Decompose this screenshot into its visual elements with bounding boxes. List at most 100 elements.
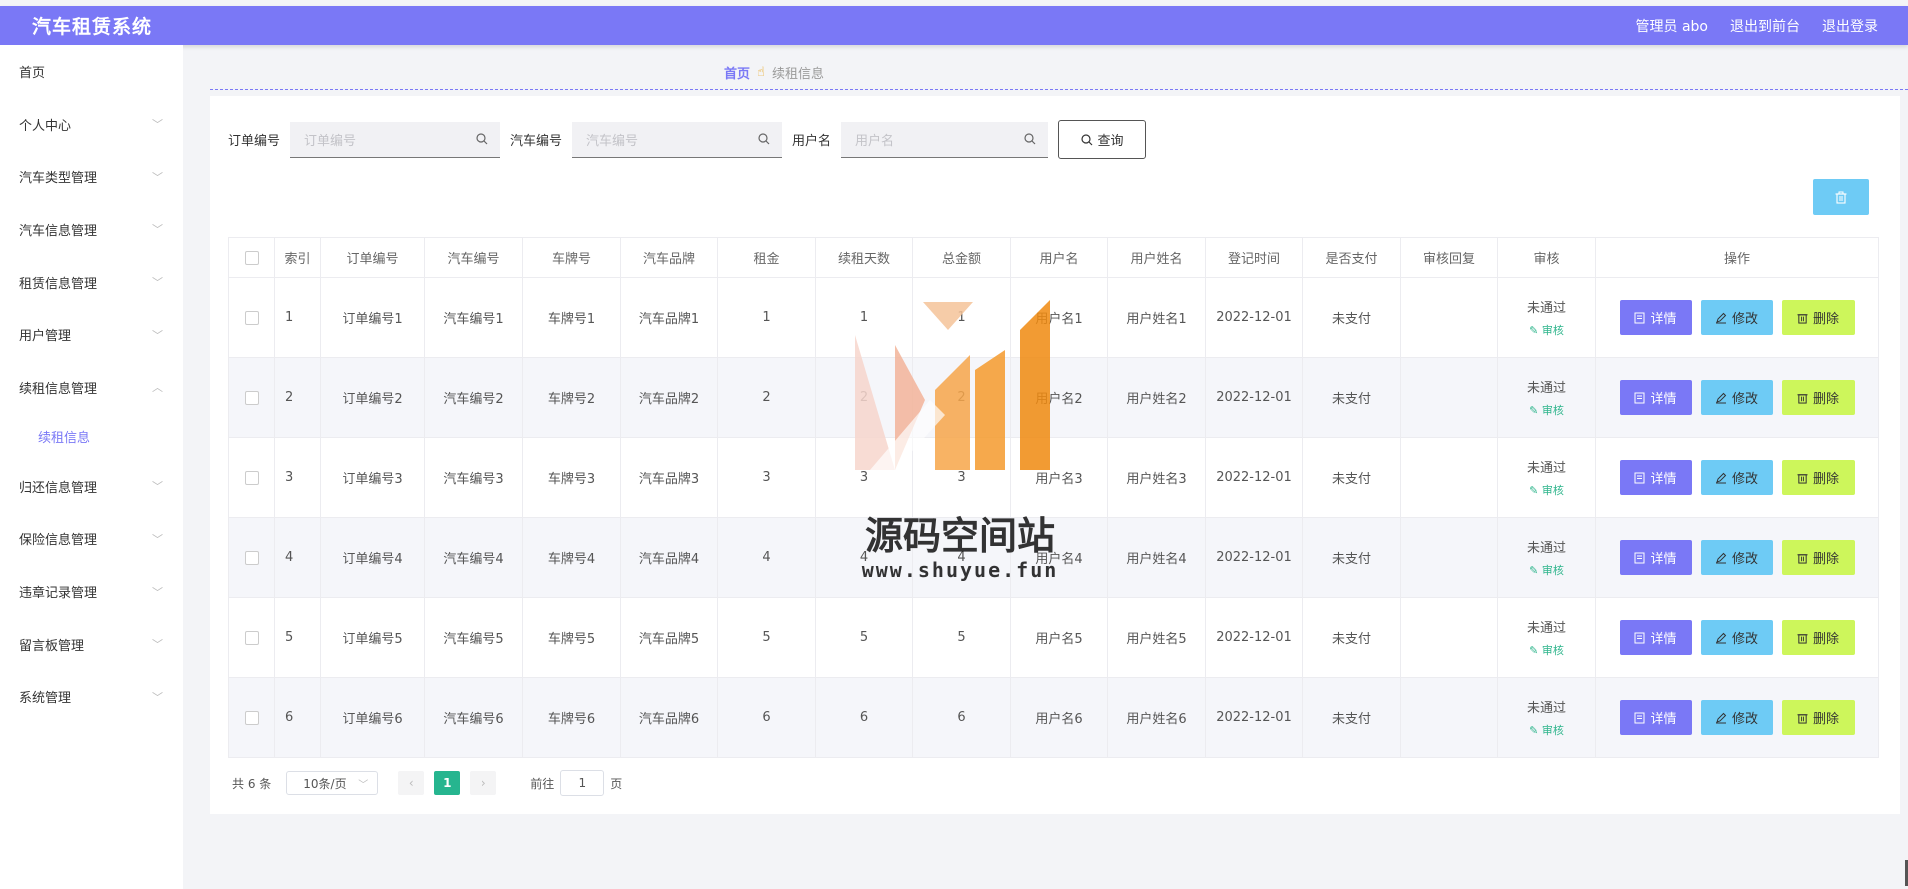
edit-icon: ✎: [1529, 564, 1539, 577]
sidebar-subitem-renewal[interactable]: 续租信息: [0, 414, 183, 460]
audit-link[interactable]: ✎ 审核: [1498, 642, 1595, 658]
sidebar-item-message-board[interactable]: 留言板管理 ﹀: [0, 618, 183, 671]
sidebar-item-car-info[interactable]: 汽车信息管理 ﹀: [0, 203, 183, 256]
view-button[interactable]: 详情: [1619, 540, 1692, 575]
row-select-cell[interactable]: [228, 517, 275, 598]
delete-button[interactable]: 删除: [1781, 380, 1855, 415]
breadcrumb-home[interactable]: 首页: [724, 63, 750, 82]
goto-page-input[interactable]: 1: [560, 770, 605, 796]
column-header: 总金额: [912, 237, 1011, 278]
row-checkbox[interactable]: [244, 630, 259, 645]
row-select-cell[interactable]: [228, 597, 275, 678]
audit-link[interactable]: ✎ 审核: [1498, 322, 1595, 338]
sidebar-item-label: 归还信息管理: [19, 480, 98, 496]
sidebar-item-home[interactable]: 首页: [0, 45, 183, 98]
logout-link[interactable]: 退出登录: [1822, 16, 1878, 36]
sidebar-item-violations[interactable]: 违章记录管理 ﹀: [0, 565, 183, 618]
audit-link-label: 审核: [1541, 404, 1564, 417]
row-checkbox[interactable]: [244, 310, 259, 325]
chevron-down-icon: ﹀: [152, 532, 163, 546]
view-button[interactable]: 详情: [1619, 380, 1692, 415]
user-fullname-cell: 用户姓名1: [1107, 277, 1206, 358]
view-button[interactable]: 详情: [1619, 700, 1692, 735]
plate-cell: 车牌号1: [522, 277, 621, 358]
order-number-cell: 订单编号3: [320, 437, 425, 518]
audit-status: 未通过: [1526, 301, 1566, 316]
edit-button[interactable]: 修改: [1700, 540, 1773, 575]
sidebar-item-rental-info[interactable]: 租赁信息管理 ﹀: [0, 256, 183, 309]
audit-reply-cell: [1400, 597, 1498, 678]
row-checkbox[interactable]: [244, 550, 259, 565]
edit-button-label: 修改: [1731, 472, 1758, 487]
car-number-input[interactable]: 汽车编号: [572, 121, 783, 158]
search-icon: [476, 133, 488, 145]
audit-link[interactable]: ✎ 审核: [1498, 722, 1595, 738]
delete-button[interactable]: 删除: [1781, 460, 1855, 495]
username-input[interactable]: 用户名: [841, 121, 1049, 158]
audit-status: 未通过: [1526, 621, 1566, 636]
total-count: 共 6 条: [232, 776, 272, 791]
audit-link[interactable]: ✎ 审核: [1498, 402, 1595, 418]
page-size-select[interactable]: 10条/页 ﹀: [286, 771, 379, 795]
row-checkbox[interactable]: [244, 470, 259, 485]
user-fullname-cell: 用户姓名6: [1107, 677, 1206, 758]
document-icon: [1634, 632, 1645, 643]
row-checkbox[interactable]: [244, 390, 259, 405]
user-fullname-cell: 用户姓名4: [1107, 517, 1206, 598]
delete-button-label: 删除: [1812, 632, 1839, 647]
view-button-label: 详情: [1650, 312, 1677, 327]
edit-button[interactable]: 修改: [1700, 460, 1773, 495]
actions-cell: 详情 修改 删除: [1595, 677, 1879, 758]
page-number-button[interactable]: 1: [434, 771, 461, 795]
row-select-cell[interactable]: [228, 677, 275, 758]
edit-button[interactable]: 修改: [1700, 380, 1773, 415]
query-button[interactable]: 查询: [1058, 120, 1147, 159]
view-button[interactable]: 详情: [1619, 300, 1692, 335]
audit-link[interactable]: ✎ 审核: [1498, 562, 1595, 578]
sidebar-item-insurance[interactable]: 保险信息管理 ﹀: [0, 513, 183, 566]
edit-icon: [1715, 632, 1727, 643]
brand-cell: 汽车品牌5: [620, 597, 718, 678]
delete-button[interactable]: 删除: [1781, 620, 1855, 655]
delete-button[interactable]: 删除: [1781, 300, 1855, 335]
audit-cell: 未通过 ✎ 审核: [1497, 277, 1596, 358]
rent-cell: 1: [717, 277, 816, 358]
next-page-button[interactable]: ›: [470, 771, 497, 795]
edit-button-label: 修改: [1731, 312, 1758, 327]
admin-user-label[interactable]: 管理员 abo: [1636, 16, 1708, 36]
exit-to-front-link[interactable]: 退出到前台: [1730, 16, 1800, 36]
edit-button[interactable]: 修改: [1700, 620, 1773, 655]
delete-button[interactable]: 删除: [1781, 540, 1855, 575]
sidebar-item-system[interactable]: 系统管理 ﹀: [0, 671, 183, 724]
delete-button[interactable]: 删除: [1781, 700, 1855, 735]
view-button-label: 详情: [1650, 392, 1677, 407]
row-select-cell[interactable]: [228, 277, 275, 358]
prev-page-button[interactable]: ‹: [398, 771, 425, 795]
delete-button-label: 删除: [1812, 392, 1839, 407]
sidebar-item-users[interactable]: 用户管理 ﹀: [0, 308, 183, 361]
audit-reply-cell: [1400, 677, 1498, 758]
order-number-input[interactable]: 订单编号: [290, 121, 501, 158]
edit-button[interactable]: 修改: [1700, 300, 1773, 335]
plate-cell: 车牌号3: [522, 437, 621, 518]
sidebar-item-personal-center[interactable]: 个人中心 ﹀: [0, 98, 183, 151]
sidebar-item-return-info[interactable]: 归还信息管理 ﹀: [0, 460, 183, 513]
audit-status: 未通过: [1526, 701, 1566, 716]
actions-cell: 详情 修改 删除: [1595, 437, 1879, 518]
view-button[interactable]: 详情: [1619, 460, 1692, 495]
main-panel: 订单编号 订单编号 汽车编号 汽车编号 用户名 用户名 查询 索引 订单编号 汽…: [210, 96, 1900, 814]
row-checkbox[interactable]: [244, 710, 259, 725]
chevron-down-icon: ﹀: [152, 638, 163, 652]
sidebar-item-car-type[interactable]: 汽车类型管理 ﹀: [0, 150, 183, 203]
row-select-cell[interactable]: [228, 437, 275, 518]
select-all-checkbox[interactable]: [244, 250, 259, 265]
select-all-cell[interactable]: [228, 237, 275, 278]
edit-button[interactable]: 修改: [1700, 700, 1773, 735]
sidebar-item-renewal-info[interactable]: 续租信息管理 ︿: [0, 361, 183, 414]
audit-link[interactable]: ✎ 审核: [1498, 482, 1595, 498]
register-time-cell: 2022-12-01: [1205, 437, 1303, 518]
row-select-cell[interactable]: [228, 357, 275, 438]
rent-cell: 2: [717, 357, 816, 438]
bulk-delete-button[interactable]: [1813, 179, 1869, 215]
view-button[interactable]: 详情: [1619, 620, 1692, 655]
